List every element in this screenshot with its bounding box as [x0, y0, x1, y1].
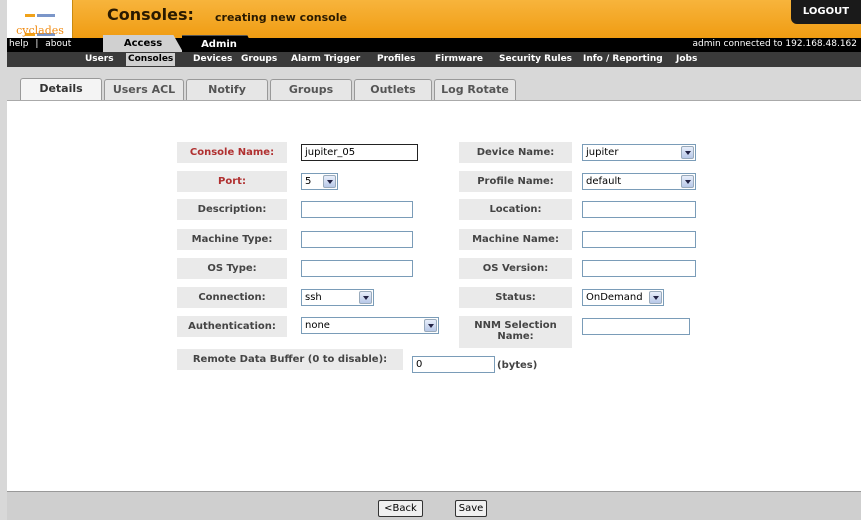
authentication-label: Authentication: [177, 316, 287, 337]
tab-details[interactable]: Details [20, 78, 102, 100]
authentication-value: none [305, 320, 330, 331]
subnav-devices[interactable]: Devices [191, 53, 234, 66]
tab-users-acl[interactable]: Users ACL [104, 79, 184, 100]
page-subtitle: creating new console [215, 11, 347, 24]
machine-type-input[interactable] [301, 231, 413, 248]
page-title: Consoles: [107, 5, 194, 24]
chevron-down-icon[interactable] [681, 175, 694, 188]
nnm-selection-name-label: NNM Selection Name: [459, 316, 572, 348]
header: cyclades Consoles: creating new console … [7, 0, 861, 55]
app-window: cyclades Consoles: creating new console … [0, 0, 861, 520]
back-button[interactable]: <Back [378, 500, 423, 517]
subnav-users[interactable]: Users [83, 53, 116, 66]
connection-label: Connection: [177, 287, 287, 308]
port-label: Port: [177, 171, 287, 192]
subnav-alarm-trigger[interactable]: Alarm Trigger [289, 53, 362, 66]
status-value: OnDemand [586, 292, 643, 303]
port-select[interactable]: 5 [301, 173, 338, 190]
console-name-label: Console Name: [177, 142, 287, 163]
subnav-info-reporting[interactable]: Info / Reporting [581, 53, 665, 66]
tab-admin[interactable]: Admin [182, 35, 256, 52]
description-label: Description: [177, 199, 287, 220]
subnav-groups[interactable]: Groups [239, 53, 279, 66]
location-input[interactable] [582, 201, 696, 218]
machine-type-label: Machine Type: [177, 229, 287, 250]
chevron-down-icon[interactable] [681, 146, 694, 159]
connection-select[interactable]: ssh [301, 289, 374, 306]
location-label: Location: [459, 199, 572, 220]
sub-navigation: Users Consoles Devices Groups Alarm Trig… [7, 52, 861, 67]
tab-log-rotate[interactable]: Log Rotate [434, 79, 516, 100]
console-name-input[interactable]: jupiter_05 [301, 144, 418, 161]
logout-button[interactable]: LOGOUT [791, 0, 861, 24]
subnav-security-rules[interactable]: Security Rules [497, 53, 574, 66]
device-name-value: jupiter [586, 147, 619, 158]
subnav-profiles[interactable]: Profiles [375, 53, 417, 66]
device-name-select[interactable]: jupiter [582, 144, 696, 161]
logo-mark-icon [25, 4, 55, 55]
subnav-firmware[interactable]: Firmware [433, 53, 485, 66]
device-name-label: Device Name: [459, 142, 572, 163]
profile-name-label: Profile Name: [459, 171, 572, 192]
os-type-label: OS Type: [177, 258, 287, 279]
machine-name-label: Machine Name: [459, 229, 572, 250]
help-links: help | about [9, 39, 71, 49]
tab-access[interactable]: Access [103, 35, 183, 52]
chevron-down-icon[interactable] [359, 291, 372, 304]
detail-tabs: Details Users ACL Notify Groups Outlets … [7, 67, 861, 100]
cyclades-logo: cyclades [7, 0, 73, 55]
profile-name-select[interactable]: default [582, 173, 696, 190]
authentication-select[interactable]: none [301, 317, 439, 334]
top-bar: help | about Access Admin admin connecte… [7, 35, 861, 52]
footer-bar: <Back Save [7, 491, 861, 520]
about-link[interactable]: about [45, 39, 71, 49]
save-button[interactable]: Save [455, 500, 487, 517]
help-separator: | [35, 39, 39, 49]
tab-groups[interactable]: Groups [270, 79, 352, 100]
remote-data-buffer-input[interactable]: 0 [412, 356, 495, 373]
logo-text: cyclades [16, 24, 64, 37]
connection-value: ssh [305, 292, 322, 303]
status-label: Status: [459, 287, 572, 308]
os-type-input[interactable] [301, 260, 413, 277]
nnm-label-line1: NNM Selection [474, 320, 557, 331]
remote-data-buffer-label: Remote Data Buffer (0 to disable): [177, 349, 403, 370]
chevron-down-icon[interactable] [424, 319, 437, 332]
machine-name-input[interactable] [582, 231, 696, 248]
nnm-selection-name-input[interactable] [582, 318, 690, 335]
description-input[interactable] [301, 201, 413, 218]
nnm-label-line2: Name: [497, 331, 534, 342]
details-form: Console Name: jupiter_05 Device Name: ju… [7, 100, 861, 491]
port-value: 5 [305, 176, 312, 187]
subnav-jobs[interactable]: Jobs [674, 53, 699, 66]
tab-notify[interactable]: Notify [186, 79, 268, 100]
chevron-down-icon[interactable] [323, 175, 336, 188]
status-select[interactable]: OnDemand [582, 289, 664, 306]
remote-data-buffer-unit: (bytes) [497, 360, 538, 371]
help-link[interactable]: help [9, 39, 28, 49]
connection-info: admin connected to 192.168.48.162 [692, 39, 857, 49]
os-version-label: OS Version: [459, 258, 572, 279]
profile-name-value: default [586, 176, 622, 187]
tab-outlets[interactable]: Outlets [354, 79, 432, 100]
subnav-consoles[interactable]: Consoles [126, 53, 176, 66]
os-version-input[interactable] [582, 260, 696, 277]
chevron-down-icon[interactable] [649, 291, 662, 304]
